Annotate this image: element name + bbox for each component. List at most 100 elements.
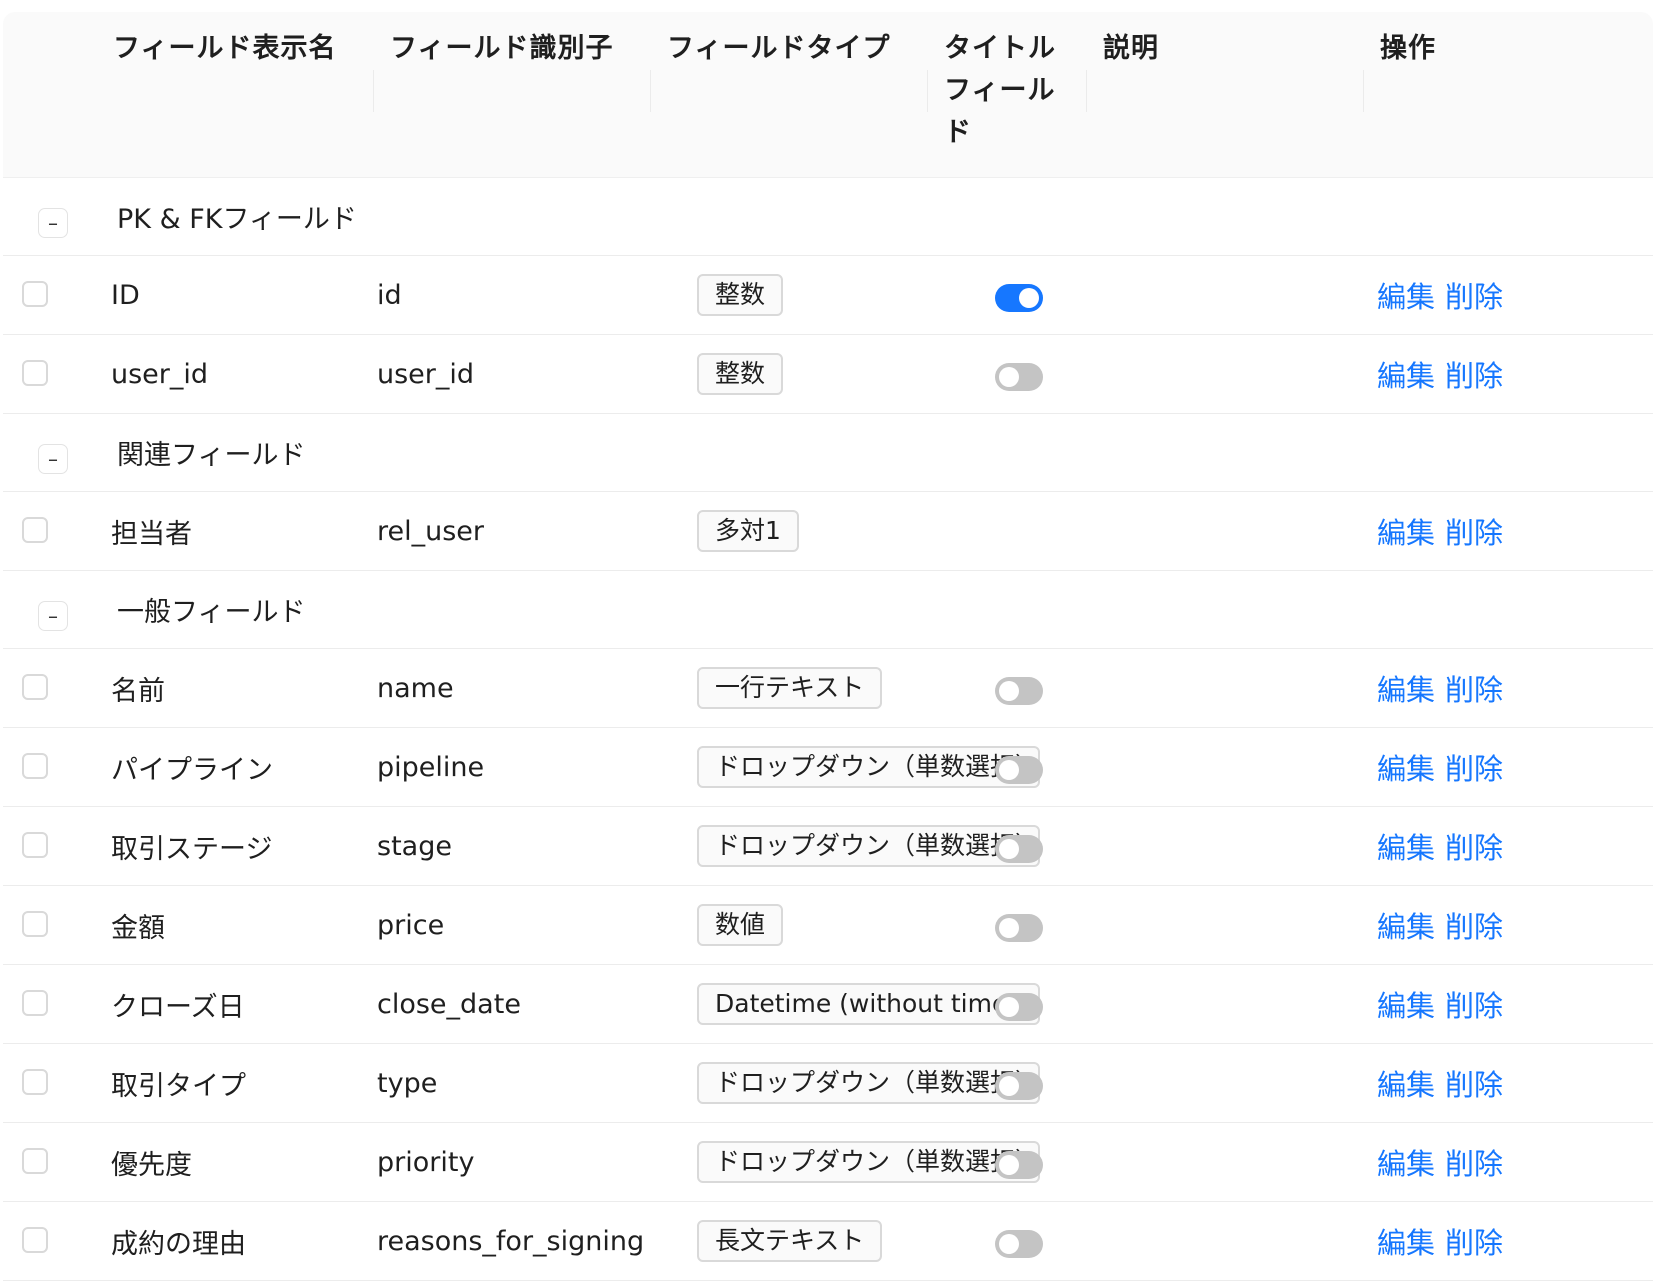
minus-icon: – (48, 603, 58, 628)
title-field-toggle[interactable] (995, 914, 1043, 942)
header-identifier: フィールド識別子 (390, 33, 614, 64)
field-identifier: type (377, 1067, 438, 1099)
title-field-toggle[interactable] (995, 993, 1043, 1021)
header-description: 説明 (1103, 33, 1159, 64)
delete-link[interactable]: 削除 (1445, 886, 1503, 964)
delete-link[interactable]: 削除 (1445, 1044, 1503, 1122)
field-identifier: user_id (377, 358, 475, 390)
header-title-field-line: タイトル (944, 33, 1056, 64)
field-display-name: 担当者 (111, 518, 192, 550)
title-field-toggle[interactable] (995, 284, 1043, 312)
row-checkbox[interactable] (22, 990, 48, 1016)
group-row: – 一般フィールド (3, 571, 1653, 649)
delete-link[interactable]: 削除 (1445, 1202, 1503, 1280)
delete-link[interactable]: 削除 (1445, 728, 1503, 806)
table-row: クローズ日 close_date Datetime (without time zo… (3, 965, 1653, 1044)
column-divider (927, 70, 928, 112)
header-title-field-line: ド (944, 117, 972, 148)
table-row: ID id 整数 編集 削除 (3, 256, 1653, 335)
field-identifier: id (377, 279, 402, 311)
edit-link[interactable]: 編集 (1377, 492, 1435, 570)
field-display-name: 優先度 (111, 1149, 192, 1181)
field-display-name: パイプライン (111, 754, 273, 786)
field-display-name: 取引ステージ (111, 833, 273, 865)
title-field-toggle[interactable] (995, 677, 1043, 705)
row-checkbox[interactable] (22, 674, 48, 700)
header-field-type: フィールドタイプ (667, 33, 891, 64)
row-checkbox[interactable] (22, 832, 48, 858)
edit-link[interactable]: 編集 (1377, 335, 1435, 413)
row-checkbox[interactable] (22, 1069, 48, 1095)
field-type-tag: 整数 (697, 353, 784, 395)
row-checkbox[interactable] (22, 281, 48, 307)
field-type-tag: 数値 (697, 904, 784, 946)
edit-link[interactable]: 編集 (1377, 886, 1435, 964)
delete-link[interactable]: 削除 (1445, 256, 1503, 334)
header-title-field-line: フィール (944, 75, 1056, 106)
delete-link[interactable]: 削除 (1445, 335, 1503, 413)
table-body: – PK & FKフィールド ID id 整数 編集 削除 user_id user_id 整数編… (3, 178, 1653, 1281)
field-type-tag: ドロップダウン（単数選択） (697, 1062, 1040, 1104)
fields-table: フィールド表示名 フィールド識別子 フィールドタイプ タイトル フィール ド 説… (3, 12, 1653, 1281)
edit-link[interactable]: 編集 (1377, 965, 1435, 1043)
row-checkbox[interactable] (22, 1227, 48, 1253)
collapse-toggle-button[interactable]: – (38, 443, 68, 474)
delete-link[interactable]: 削除 (1445, 1123, 1503, 1201)
table-row: 優先度 priority ドロップダウン（単数選択） 編集 削除 (3, 1123, 1653, 1202)
field-type-tag: 多対1 (697, 510, 799, 552)
delete-link[interactable]: 削除 (1445, 807, 1503, 885)
table-row: 金額 price 数値 編集 削除 (3, 886, 1653, 965)
table-row: 取引ステージ stage ドロップダウン（単数選択） 編集 削除 (3, 807, 1653, 886)
row-checkbox[interactable] (22, 911, 48, 937)
field-type-tag: Datetime (without time zone) (697, 983, 1040, 1025)
field-identifier: pipeline (377, 751, 485, 783)
title-field-toggle[interactable] (995, 1230, 1043, 1258)
column-divider (1086, 70, 1087, 112)
field-display-name: 名前 (111, 675, 165, 707)
field-identifier: reasons_for_signing (377, 1225, 645, 1257)
title-field-toggle[interactable] (995, 756, 1043, 784)
delete-link[interactable]: 削除 (1445, 649, 1503, 727)
row-checkbox[interactable] (22, 1148, 48, 1174)
group-label: 一般フィールド (117, 597, 306, 628)
row-checkbox[interactable] (22, 517, 48, 543)
minus-icon: – (48, 210, 58, 235)
minus-icon: – (48, 446, 58, 471)
table-header: フィールド表示名 フィールド識別子 フィールドタイプ タイトル フィール ド 説… (3, 12, 1653, 178)
field-identifier: stage (377, 830, 452, 862)
edit-link[interactable]: 編集 (1377, 1123, 1435, 1201)
group-label: 関連フィールド (117, 440, 306, 471)
group-row: – PK & FKフィールド (3, 178, 1653, 256)
delete-link[interactable]: 削除 (1445, 965, 1503, 1043)
collapse-toggle-button[interactable]: – (38, 207, 68, 238)
table-row: 取引タイプ type ドロップダウン（単数選択） 編集 削除 (3, 1044, 1653, 1123)
title-field-toggle[interactable] (995, 1072, 1043, 1100)
row-checkbox[interactable] (22, 360, 48, 386)
field-display-name: ID (111, 279, 140, 311)
edit-link[interactable]: 編集 (1377, 1044, 1435, 1122)
field-identifier: priority (377, 1146, 475, 1178)
edit-link[interactable]: 編集 (1377, 1202, 1435, 1280)
delete-link[interactable]: 削除 (1445, 492, 1503, 570)
title-field-toggle[interactable] (995, 363, 1043, 391)
field-type-tag: ドロップダウン（単数選択） (697, 825, 1040, 867)
table-row: パイプライン pipeline ドロップダウン（単数選択） 編集 削除 (3, 728, 1653, 807)
edit-link[interactable]: 編集 (1377, 807, 1435, 885)
header-display-name: フィールド表示名 (113, 33, 337, 64)
edit-link[interactable]: 編集 (1377, 649, 1435, 727)
table-row: 成約の理由 reasons_for_signing 長文テキスト 編集 削除 (3, 1202, 1653, 1281)
edit-link[interactable]: 編集 (1377, 256, 1435, 334)
title-field-toggle[interactable] (995, 1151, 1043, 1179)
field-identifier: name (377, 672, 454, 704)
edit-link[interactable]: 編集 (1377, 728, 1435, 806)
table-row: 名前 name 一行テキスト 編集 削除 (3, 649, 1653, 728)
row-checkbox[interactable] (22, 753, 48, 779)
table-row: 担当者 rel_user 多対1 編集 削除 (3, 492, 1653, 571)
field-identifier: close_date (377, 988, 521, 1020)
column-divider (1363, 70, 1364, 112)
field-display-name: 金額 (111, 912, 165, 944)
collapse-toggle-button[interactable]: – (38, 600, 68, 631)
title-field-toggle[interactable] (995, 835, 1043, 863)
field-identifier: rel_user (377, 515, 485, 547)
table-row: user_id user_id 整数 編集 削除 (3, 335, 1653, 414)
